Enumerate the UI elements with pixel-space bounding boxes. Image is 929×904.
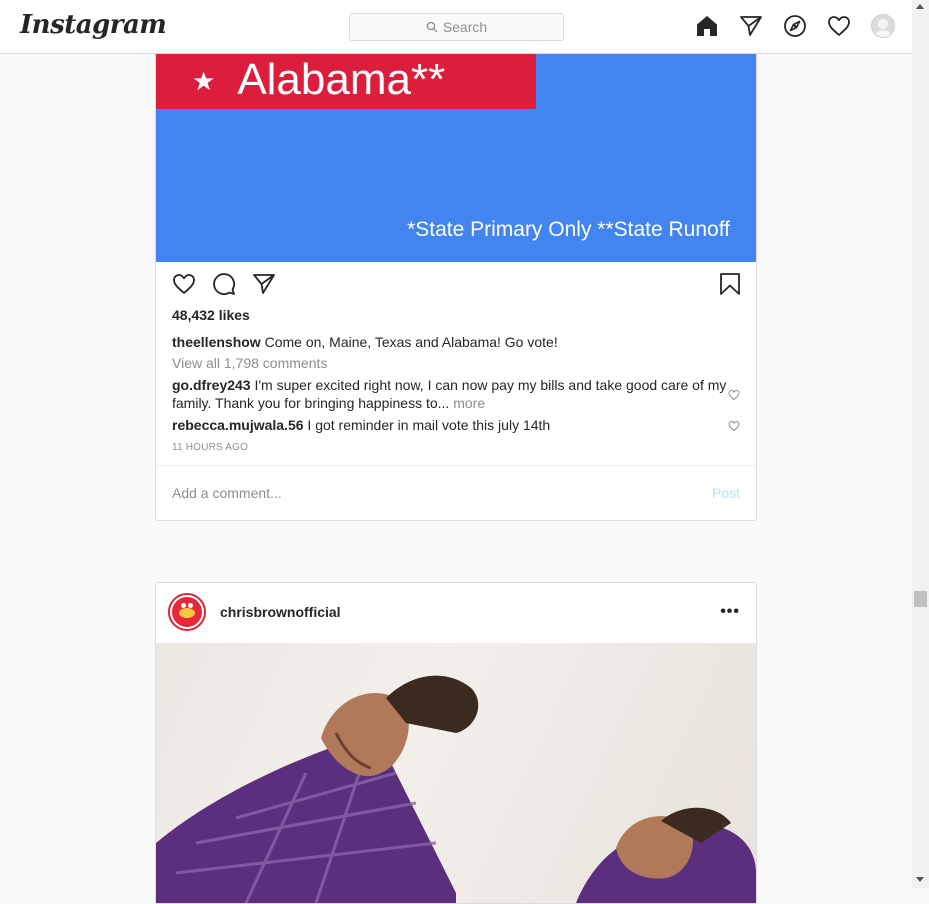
scrollbar-thumb[interactable] <box>914 591 927 607</box>
comment-text: I'm super excited right now, I can now p… <box>172 377 727 411</box>
state-banner: ★ Alabama** <box>156 54 536 109</box>
comment-text: I got reminder in mail vote this july 14… <box>307 417 551 433</box>
avatar[interactable] <box>168 593 206 631</box>
profile-avatar[interactable] <box>871 14 895 38</box>
comment-item: go.dfrey243 I'm super excited right now,… <box>172 376 732 412</box>
comment-like-heart-icon[interactable] <box>728 419 740 432</box>
bookmark-icon[interactable] <box>718 272 742 296</box>
comment-item: rebecca.mujwala.56 I got reminder in mai… <box>172 416 732 434</box>
comment-input[interactable]: Add a comment... <box>172 485 282 501</box>
add-comment-bar: Add a comment... Post <box>156 465 756 521</box>
search-input[interactable]: Search <box>349 13 564 41</box>
comment-like-heart-icon[interactable] <box>728 388 740 401</box>
caption-username[interactable]: theellenshow <box>172 334 261 350</box>
post-card: chrisbrownofficial ••• <box>155 582 757 904</box>
share-direct-icon[interactable] <box>252 272 276 296</box>
instagram-logo[interactable]: Instagram <box>20 10 167 40</box>
comment-username[interactable]: rebecca.mujwala.56 <box>172 417 304 433</box>
more-options-icon[interactable]: ••• <box>720 603 740 621</box>
scroll-down-arrow-icon[interactable] <box>916 877 924 882</box>
post-caption: theellenshow Come on, Maine, Texas and A… <box>172 333 742 351</box>
scroll-up-arrow-icon[interactable] <box>916 4 924 9</box>
caption-text: Come on, Maine, Texas and Alabama! Go vo… <box>264 334 558 350</box>
nav-icons <box>675 14 895 38</box>
direct-icon[interactable] <box>739 14 763 38</box>
more-link[interactable]: more <box>453 395 485 411</box>
post-comment-button[interactable]: Post <box>712 485 740 501</box>
post-actions <box>172 272 292 296</box>
post-username[interactable]: chrisbrownofficial <box>220 604 341 620</box>
star-glyph: ★ <box>192 66 216 96</box>
like-heart-icon[interactable] <box>172 272 196 296</box>
like-count[interactable]: 48,432 likes <box>172 307 250 323</box>
comment-bubble-icon[interactable] <box>212 272 236 296</box>
image-footnote: *State Primary Only **State Runoff <box>407 218 730 241</box>
activity-heart-icon[interactable] <box>827 14 851 38</box>
home-icon[interactable] <box>695 14 719 38</box>
view-all-comments-link[interactable]: View all 1,798 comments <box>172 355 327 371</box>
comment-username[interactable]: go.dfrey243 <box>172 377 251 393</box>
page-scrollbar[interactable] <box>912 0 929 888</box>
post-header: chrisbrownofficial ••• <box>156 583 756 644</box>
post-image[interactable] <box>156 643 756 903</box>
post-card: ★ Alabama** *State Primary Only **State … <box>155 54 757 521</box>
search-placeholder: Search <box>442 19 488 35</box>
top-nav: Instagram Search <box>0 0 912 54</box>
post-timestamp[interactable]: 11 HOURS AGO <box>172 442 248 453</box>
avatar <box>871 14 895 38</box>
post-image[interactable]: ★ Alabama** *State Primary Only **State … <box>156 54 756 262</box>
state-name: Alabama** <box>237 54 446 104</box>
explore-icon[interactable] <box>783 14 807 38</box>
search-icon <box>426 21 438 33</box>
